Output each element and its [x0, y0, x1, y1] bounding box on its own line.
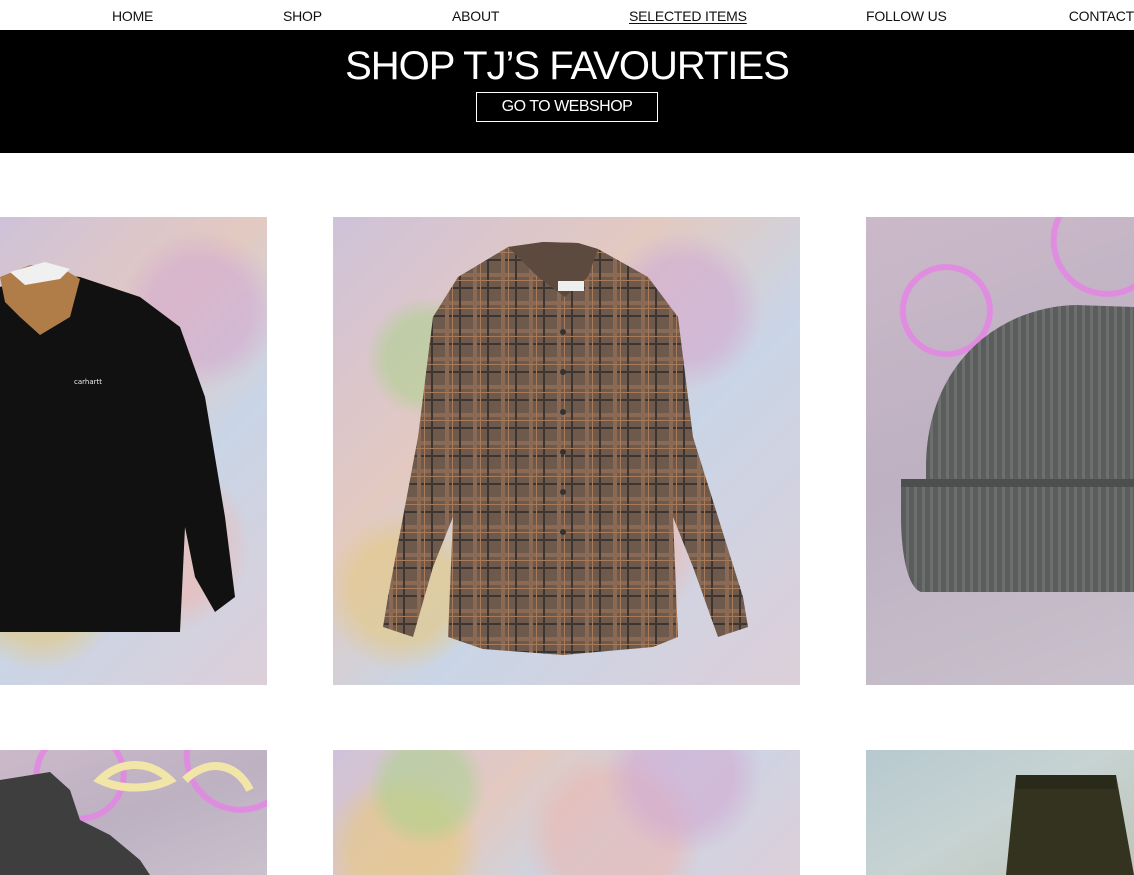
turtleneck-image: [0, 761, 254, 875]
product-tile-turtleneck[interactable]: [0, 750, 267, 875]
nav-contact[interactable]: CONTACT: [1069, 8, 1134, 24]
carhartt-logo: carhartt: [74, 378, 102, 386]
product-tile-beanie[interactable]: [866, 217, 1134, 685]
trousers-image: [1006, 775, 1134, 875]
product-tile-graffiti[interactable]: [333, 750, 800, 875]
nav-home[interactable]: HOME: [112, 8, 153, 24]
promo-banner: SHOP TJ’S FAVOURTIES GO TO WEBSHOP: [0, 30, 1134, 153]
go-to-webshop-button[interactable]: GO TO WEBSHOP: [476, 92, 658, 122]
product-tile-rugby-shirt[interactable]: carhartt: [0, 217, 267, 685]
top-navigation: HOME SHOP ABOUT SELECTED ITEMS FOLLOW US…: [0, 0, 1134, 30]
rugby-shirt-image: carhartt: [0, 262, 235, 632]
nav-shop[interactable]: SHOP: [283, 8, 322, 24]
nav-follow-us[interactable]: FOLLOW US: [866, 8, 947, 24]
banner-title: SHOP TJ’S FAVOURTIES: [345, 44, 790, 88]
nav-about[interactable]: ABOUT: [452, 8, 499, 24]
product-tile-trousers[interactable]: [866, 750, 1134, 875]
product-tile-plaid-shirt[interactable]: [333, 217, 800, 685]
beanie-image: [901, 305, 1134, 592]
plaid-shirt-image: [383, 242, 748, 655]
nav-selected-items[interactable]: SELECTED ITEMS: [629, 8, 747, 24]
graffiti-background: [333, 750, 800, 875]
